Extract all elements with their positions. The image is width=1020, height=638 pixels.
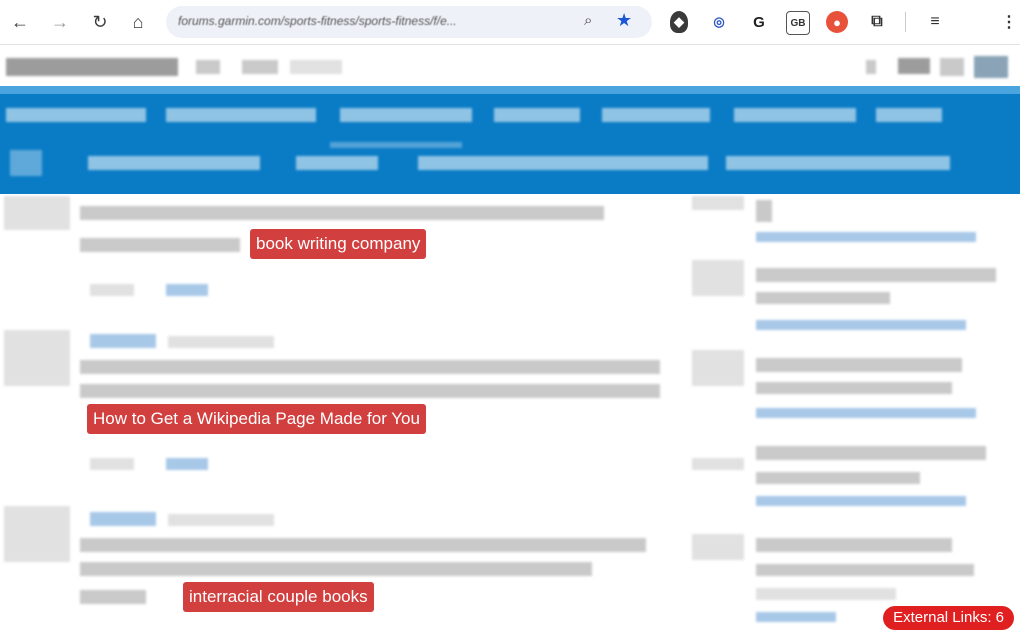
- browser-toolbar: ← → ↻ ⌂ forums.garmin.com/sports-fitness…: [0, 0, 1020, 45]
- header-icon[interactable]: [940, 58, 964, 76]
- toolbar-divider: [905, 12, 906, 32]
- bookmark-star-icon[interactable]: ★: [616, 10, 632, 31]
- breadcrumb[interactable]: [88, 156, 260, 170]
- post-text: [80, 238, 240, 252]
- translate-extension-icon[interactable]: GB: [786, 11, 810, 35]
- external-link-tag[interactable]: How to Get a Wikipedia Page Made for You: [87, 404, 426, 434]
- post-text: [80, 590, 146, 604]
- post-date: [168, 336, 274, 348]
- menu-icon[interactable]: ⋮: [1001, 11, 1017, 33]
- avatar: [4, 330, 70, 386]
- external-links-badge: External Links: 6: [883, 606, 1014, 630]
- url-text: forums.garmin.com/sports-fitness/sports-…: [178, 14, 457, 28]
- red-extension-icon[interactable]: ●: [826, 11, 848, 33]
- post-action[interactable]: [166, 284, 208, 296]
- site-navigation: [0, 86, 1020, 194]
- nav-item[interactable]: [734, 108, 856, 122]
- post-text: [80, 360, 660, 374]
- header-block: [290, 60, 342, 74]
- forward-icon[interactable]: →: [46, 8, 74, 36]
- external-link-tag[interactable]: book writing company: [250, 229, 427, 259]
- address-bar[interactable]: forums.garmin.com/sports-fitness/sports-…: [166, 6, 652, 38]
- sidebar-avatar: [692, 196, 744, 210]
- sidebar-link[interactable]: [756, 408, 976, 418]
- sidebar-link[interactable]: [756, 496, 966, 506]
- sidebar-text: [756, 358, 962, 372]
- nav-divider: [330, 142, 462, 148]
- post-text: [80, 562, 592, 576]
- avatar: [4, 196, 70, 230]
- zoom-icon[interactable]: ⌕: [584, 12, 592, 29]
- sidebar-text: [756, 268, 996, 282]
- post-action[interactable]: [90, 458, 134, 470]
- breadcrumb[interactable]: [296, 156, 378, 170]
- back-icon[interactable]: ←: [6, 8, 34, 36]
- reload-icon[interactable]: ↻: [86, 8, 114, 36]
- external-link-tag[interactable]: interracial couple books: [183, 582, 374, 612]
- sidebar-avatar: [692, 350, 744, 386]
- shield-extension-icon[interactable]: ◆: [670, 11, 688, 33]
- sidebar-text: [756, 588, 896, 600]
- extensions-puzzle-icon[interactable]: ⧉: [866, 11, 888, 33]
- nav-item[interactable]: [166, 108, 316, 122]
- header-icon[interactable]: [898, 58, 930, 74]
- sidebar-text: [756, 382, 952, 394]
- post-text: [80, 384, 660, 398]
- home-icon[interactable]: ⌂: [124, 8, 152, 36]
- media-control-icon[interactable]: ≡: [924, 11, 946, 33]
- header-block: [196, 60, 220, 74]
- breadcrumb-home[interactable]: [10, 150, 42, 176]
- header-block: [242, 60, 278, 74]
- nav-top-strip: [0, 86, 1020, 94]
- sidebar-avatar: [692, 534, 744, 560]
- sidebar-link[interactable]: [756, 232, 976, 242]
- post-text: [80, 206, 604, 220]
- post-action[interactable]: [166, 458, 208, 470]
- avatar: [4, 506, 70, 562]
- breadcrumb[interactable]: [726, 156, 950, 170]
- sidebar-text: [756, 538, 952, 552]
- sidebar-link[interactable]: [756, 320, 966, 330]
- sidebar-text: [756, 472, 920, 484]
- breadcrumb[interactable]: [418, 156, 708, 170]
- nav-item[interactable]: [340, 108, 472, 122]
- sidebar-avatar: [692, 260, 744, 296]
- sidebar-avatar: [692, 458, 744, 470]
- nav-item[interactable]: [494, 108, 580, 122]
- sidebar-text: [756, 292, 890, 304]
- post-author[interactable]: [90, 512, 156, 526]
- avatar[interactable]: [974, 56, 1008, 78]
- sidebar-link[interactable]: [756, 612, 836, 622]
- post-action[interactable]: [90, 284, 134, 296]
- sidebar-text: [756, 564, 974, 576]
- sidebar-text: [756, 200, 772, 222]
- nav-item[interactable]: [602, 108, 710, 122]
- nav-item[interactable]: [876, 108, 942, 122]
- site-logo: [6, 58, 178, 76]
- post-text: [80, 538, 646, 552]
- header-icon[interactable]: [866, 60, 876, 74]
- sidebar-text: [756, 446, 986, 460]
- post-author[interactable]: [90, 334, 156, 348]
- extension-icon[interactable]: ◎: [708, 11, 730, 33]
- grammar-extension-icon[interactable]: G: [748, 11, 770, 33]
- nav-item[interactable]: [6, 108, 146, 122]
- post-date: [168, 514, 274, 526]
